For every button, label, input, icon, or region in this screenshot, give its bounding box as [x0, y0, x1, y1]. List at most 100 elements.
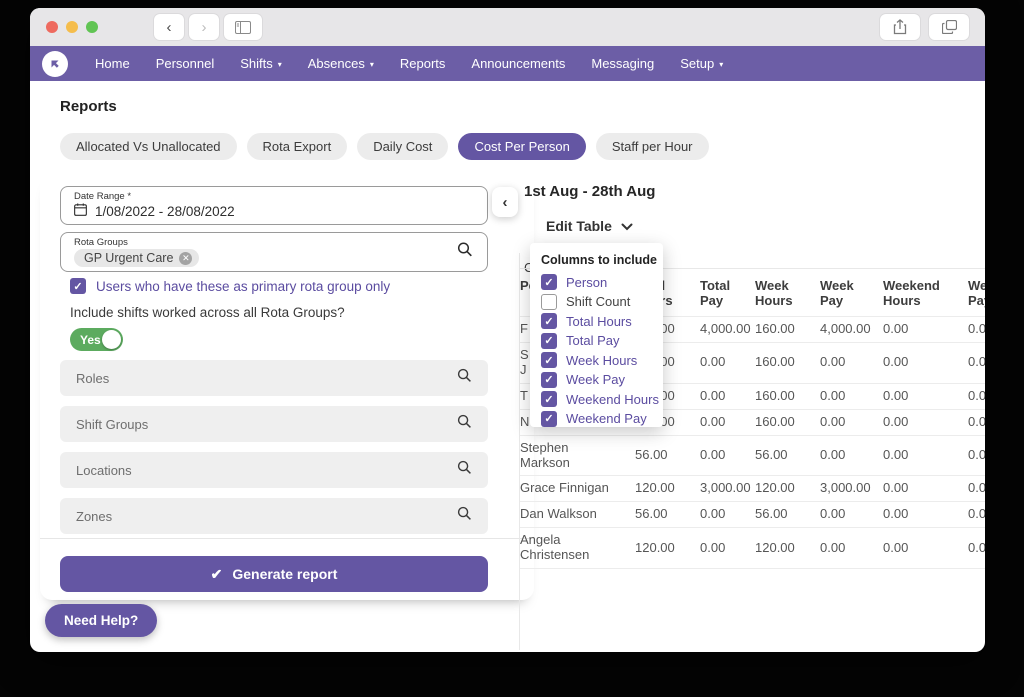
nav-item[interactable]: Setup ▾ [667, 46, 736, 81]
close-window-button[interactable] [46, 21, 58, 33]
checkbox-checked-icon [70, 278, 86, 294]
edit-table-button[interactable]: Edit Table [546, 218, 633, 234]
value-cell: 0.00 [820, 528, 883, 569]
filter-search-field[interactable]: Roles [60, 360, 488, 396]
nav-item[interactable]: Home ▾ [82, 46, 143, 81]
sidebar-toggle-icon[interactable] [224, 14, 262, 40]
nav-item[interactable]: Announcements ▾ [458, 46, 578, 81]
nav-item[interactable]: Reports ▾ [387, 46, 459, 81]
value-cell: 0.00 [883, 502, 968, 528]
generate-report-button[interactable]: ✔ Generate report [60, 556, 488, 592]
tab-overview-icon[interactable] [929, 14, 969, 40]
search-icon [457, 506, 472, 526]
search-icon [457, 368, 472, 388]
nav-item[interactable]: Shifts ▾ [227, 46, 295, 81]
search-icon[interactable] [457, 242, 473, 263]
primary-rota-group-checkbox[interactable]: Users who have these as primary rota gro… [70, 278, 390, 294]
column-menu-item[interactable]: Week Hours [541, 352, 663, 368]
value-cell: 0.00 [883, 528, 968, 569]
value-cell: 0.00 [968, 528, 985, 569]
rota-groups-label: Rota Groups [74, 237, 475, 248]
value-cell: 3,000.00 [820, 476, 883, 502]
value-cell: 56.00 [755, 502, 820, 528]
columns-menu-popup: Columns to include Person Shift Count To… [530, 243, 663, 427]
value-cell: 4,000.00 [700, 316, 755, 342]
value-cell: 0.00 [968, 476, 985, 502]
back-button[interactable]: ‹ [154, 14, 184, 40]
toggle-knob [102, 330, 121, 349]
nav-item[interactable]: Absences ▾ [295, 46, 387, 81]
rotacloud-logo-icon[interactable] [42, 51, 68, 77]
person-name-cell: Stephen Markson [520, 435, 635, 476]
person-name-cell: Grace Finnigan [520, 476, 635, 502]
include-shifts-question: Include shifts worked across all Rota Gr… [70, 305, 345, 320]
report-tab[interactable]: Daily Cost [357, 133, 448, 160]
checkbox-icon [541, 333, 557, 349]
columns-menu-title: Columns to include [541, 253, 663, 267]
value-cell: 0.00 [968, 342, 985, 383]
page-title: Reports [60, 98, 117, 115]
table-row: Stephen Markson56.000.0056.000.000.000.0… [520, 435, 985, 476]
value-cell: 0.00 [883, 435, 968, 476]
column-menu-item[interactable]: Weekend Pay [541, 411, 663, 427]
rota-groups-field[interactable]: Rota Groups GP Urgent Care ✕ [60, 232, 488, 272]
collapse-panel-button[interactable]: ‹ [492, 187, 518, 217]
need-help-button[interactable]: Need Help? [45, 604, 157, 637]
table-row: Angela Christensen120.000.00120.000.000.… [520, 528, 985, 569]
nav-item[interactable]: Messaging ▾ [578, 46, 667, 81]
browser-toolbar: ‹ › [30, 8, 985, 46]
include-shifts-toggle[interactable]: Yes [70, 328, 123, 351]
value-cell: 0.00 [820, 409, 883, 435]
date-range-value: 1/08/2022 - 28/08/2022 [95, 204, 235, 219]
value-cell: 0.00 [968, 383, 985, 409]
report-tab[interactable]: Allocated Vs Unallocated [60, 133, 237, 160]
date-range-field[interactable]: Date Range * 1/08/2022 - 28/08/2022 [60, 186, 488, 225]
person-name-cell: Dan Walkson [520, 502, 635, 528]
search-icon [457, 460, 472, 480]
value-cell: 120.00 [635, 476, 700, 502]
minimize-window-button[interactable] [66, 21, 78, 33]
column-menu-item[interactable]: Shift Count [541, 294, 663, 310]
value-cell: 0.00 [883, 316, 968, 342]
value-cell: 120.00 [755, 476, 820, 502]
value-cell: 0.00 [883, 383, 968, 409]
filter-search-field[interactable]: Shift Groups [60, 406, 488, 442]
value-cell: 0.00 [883, 476, 968, 502]
column-menu-item[interactable]: Weekend Hours [541, 391, 663, 407]
value-cell: 4,000.00 [820, 316, 883, 342]
column-menu-item[interactable]: Total Hours [541, 313, 663, 329]
column-header: Week Pay [820, 269, 883, 317]
remove-tag-icon[interactable]: ✕ [179, 252, 192, 265]
report-tab[interactable]: Cost Per Person [458, 133, 585, 160]
column-menu-item[interactable]: Person [541, 274, 663, 290]
filter-search-field[interactable]: Locations [60, 452, 488, 488]
value-cell: 0.00 [820, 502, 883, 528]
column-menu-item[interactable]: Week Pay [541, 372, 663, 388]
value-cell: 0.00 [820, 342, 883, 383]
report-tab[interactable]: Staff per Hour [596, 133, 709, 160]
checkbox-icon [541, 274, 557, 290]
value-cell: 0.00 [820, 383, 883, 409]
chevron-down-icon: ▾ [719, 60, 723, 69]
value-cell: 0.00 [700, 502, 755, 528]
value-cell: 0.00 [883, 342, 968, 383]
checkbox-icon [541, 372, 557, 388]
app-window: ‹ › Home ▾ [30, 8, 985, 652]
report-tab[interactable]: Rota Export [247, 133, 348, 160]
nav-item[interactable]: Personnel ▾ [143, 46, 228, 81]
value-cell: 0.00 [700, 342, 755, 383]
checkbox-icon [541, 294, 557, 310]
report-tabs: Allocated Vs Unallocated Rota Export Dai… [60, 133, 709, 160]
share-icon[interactable] [880, 14, 920, 40]
value-cell: 120.00 [755, 528, 820, 569]
value-cell: 0.00 [968, 435, 985, 476]
checkbox-icon [541, 411, 557, 427]
filter-search-field[interactable]: Zones [60, 498, 488, 534]
value-cell: 160.00 [755, 342, 820, 383]
value-cell: 160.00 [755, 409, 820, 435]
column-header: Week Hours [755, 269, 820, 317]
zoom-window-button[interactable] [86, 21, 98, 33]
column-menu-item[interactable]: Total Pay [541, 333, 663, 349]
forward-button[interactable]: › [189, 14, 219, 40]
value-cell: 56.00 [635, 502, 700, 528]
